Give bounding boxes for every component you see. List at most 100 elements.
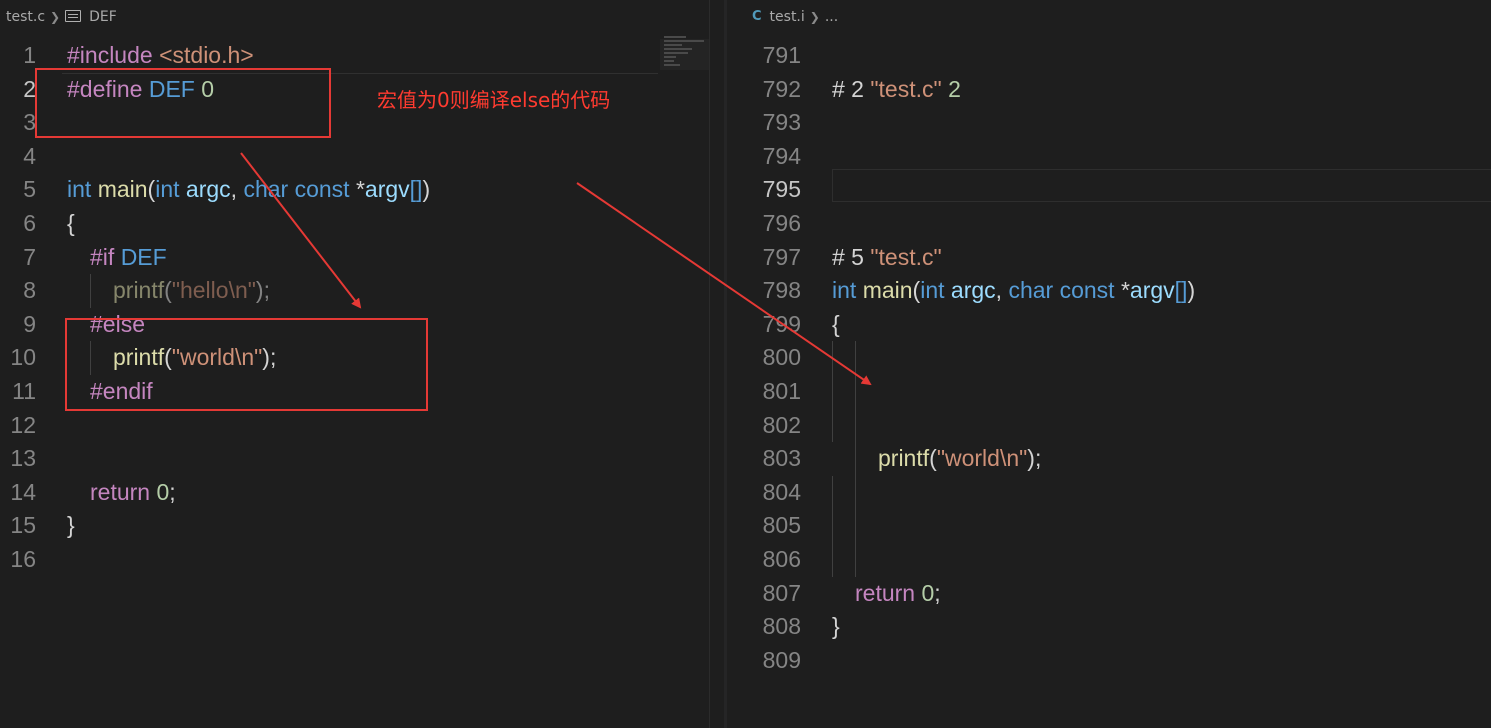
chevron-right-icon: ❯ bbox=[809, 10, 820, 24]
code-line[interactable]: 809 bbox=[727, 644, 1491, 678]
code-token: ; bbox=[169, 478, 176, 505]
code-line[interactable]: 5 int main(int argc, char const *argv[]) bbox=[0, 173, 709, 207]
indent-guide bbox=[832, 475, 833, 510]
code-token: <stdio.h> bbox=[159, 42, 254, 68]
code-token: , bbox=[995, 277, 1009, 304]
code-text: printf("world\n"); bbox=[113, 341, 276, 375]
code-line[interactable]: 14 return 0; bbox=[0, 476, 709, 510]
code-line[interactable]: 8 printf("hello\n"); bbox=[0, 274, 709, 308]
line-number: 4 bbox=[23, 142, 36, 169]
code-line[interactable]: 802 bbox=[727, 408, 1491, 443]
line-number: 798 bbox=[762, 277, 801, 304]
code-token: return bbox=[855, 579, 916, 606]
code-line[interactable]: 807 return 0; bbox=[727, 577, 1491, 611]
code-token: , bbox=[230, 176, 244, 203]
code-text: return 0; bbox=[855, 577, 941, 611]
code-token: argc bbox=[185, 176, 231, 203]
code-area[interactable]: 1 #include <stdio.h> 2 #define DEF 0 3 4 5 int … bbox=[0, 39, 709, 577]
code-text: printf("hello\n"); bbox=[113, 274, 270, 308]
code-token: DEF bbox=[148, 75, 195, 102]
code-token: 0 bbox=[156, 478, 170, 505]
breadcrumb-symbol[interactable]: DEF bbox=[89, 0, 117, 34]
code-token: printf bbox=[878, 445, 930, 472]
indent-guide bbox=[855, 442, 856, 476]
line-number: 15 bbox=[10, 512, 36, 539]
code-line[interactable]: 793 bbox=[727, 106, 1491, 140]
line-number: 1 bbox=[23, 42, 36, 68]
code-token: #else bbox=[90, 310, 145, 337]
code-line[interactable]: 803 printf("world\n"); bbox=[727, 442, 1491, 476]
code-line[interactable]: 798 int main(int argc, char const *argv[]… bbox=[727, 274, 1491, 308]
code-token: ( bbox=[164, 277, 172, 304]
indent-guide bbox=[855, 542, 856, 577]
vertical-scrollbar[interactable] bbox=[709, 0, 725, 728]
code-token: const bbox=[1059, 277, 1115, 304]
code-text: #if DEF bbox=[90, 241, 167, 275]
line-number: 794 bbox=[762, 142, 801, 169]
code-line[interactable]: 16 bbox=[0, 543, 709, 577]
line-number: 3 bbox=[23, 109, 36, 136]
code-line[interactable]: 6{ bbox=[0, 207, 709, 241]
breadcrumb-file[interactable]: test.i bbox=[770, 0, 805, 34]
line-number: 802 bbox=[762, 411, 801, 438]
code-token: argc bbox=[950, 277, 996, 304]
indent-guide bbox=[855, 341, 856, 375]
code-line[interactable]: 9 #else bbox=[0, 308, 709, 342]
code-line[interactable]: 12 bbox=[0, 409, 709, 443]
code-line[interactable]: 11 #endif bbox=[0, 375, 709, 409]
line-number: 13 bbox=[10, 445, 36, 472]
code-line[interactable]: 799 { bbox=[727, 308, 1491, 342]
code-line[interactable]: 805 bbox=[727, 509, 1491, 543]
code-line[interactable]: 4 bbox=[0, 140, 709, 174]
code-line[interactable]: 808} bbox=[727, 610, 1491, 644]
line-number: 8 bbox=[23, 277, 36, 304]
line-number: 800 bbox=[762, 344, 801, 371]
line-number: 10 bbox=[10, 344, 36, 371]
indent-guide bbox=[855, 509, 856, 543]
code-token: argv bbox=[1129, 277, 1175, 304]
indent-guide bbox=[90, 341, 91, 375]
code-token: } bbox=[832, 613, 840, 640]
code-token: char bbox=[1008, 277, 1054, 304]
code-token: const bbox=[294, 176, 350, 203]
code-line[interactable]: 13 bbox=[0, 442, 709, 476]
code-line[interactable]: 806 bbox=[727, 542, 1491, 577]
code-line[interactable]: 792 # 2 "test.c" 2 bbox=[727, 73, 1491, 107]
code-token: argv bbox=[364, 176, 410, 203]
indent-guide bbox=[855, 374, 856, 409]
code-line[interactable]: 800 bbox=[727, 341, 1491, 375]
code-token: return bbox=[90, 478, 151, 505]
breadcrumb-file[interactable]: test.c bbox=[6, 0, 45, 34]
line-number: 14 bbox=[10, 478, 36, 505]
code-line[interactable]: 7 #if DEF bbox=[0, 241, 709, 275]
symbol-constant-icon bbox=[65, 10, 82, 22]
code-line[interactable]: 791 bbox=[727, 39, 1491, 73]
left-editor-pane[interactable]: test.c ❯ DEF 1 #include <stdio.h> 2 #define D… bbox=[0, 0, 709, 728]
code-line[interactable]: 3 bbox=[0, 106, 709, 140]
code-line[interactable]: 1 #include <stdio.h> bbox=[0, 39, 709, 73]
code-token: #endif bbox=[90, 377, 153, 404]
code-token: * bbox=[1120, 277, 1130, 304]
right-editor-pane[interactable]: Ctest.i ❯... 791 792 # 2 "test.c" 2 793 794 79… bbox=[727, 0, 1491, 728]
code-line[interactable]: 796 bbox=[727, 207, 1491, 241]
line-number: 801 bbox=[762, 377, 801, 404]
code-text: #include <stdio.h> bbox=[67, 39, 254, 73]
code-line[interactable]: 10 printf("world\n"); bbox=[0, 341, 709, 375]
code-line[interactable]: 15} bbox=[0, 509, 709, 543]
code-token: #include bbox=[67, 42, 153, 68]
code-token: DEF bbox=[120, 243, 167, 270]
breadcrumb-more[interactable]: ... bbox=[825, 0, 838, 34]
line-number: 808 bbox=[762, 613, 801, 640]
line-number: 805 bbox=[762, 512, 801, 539]
line-number: 796 bbox=[762, 209, 801, 236]
code-line[interactable]: 2 #define DEF 0 bbox=[0, 73, 709, 107]
line-number: 803 bbox=[762, 445, 801, 472]
code-line[interactable]: 804 bbox=[727, 475, 1491, 510]
code-token: int bbox=[67, 176, 92, 203]
code-area[interactable]: 791 792 # 2 "test.c" 2 793 794 795 796 797 # 5 "… bbox=[727, 39, 1491, 677]
code-line[interactable]: 797 # 5 "test.c" bbox=[727, 241, 1491, 275]
code-line[interactable]: 801 bbox=[727, 374, 1491, 409]
code-token: int bbox=[832, 277, 857, 304]
code-text: # 5 "test.c" bbox=[832, 241, 942, 275]
line-number: 12 bbox=[10, 411, 36, 438]
